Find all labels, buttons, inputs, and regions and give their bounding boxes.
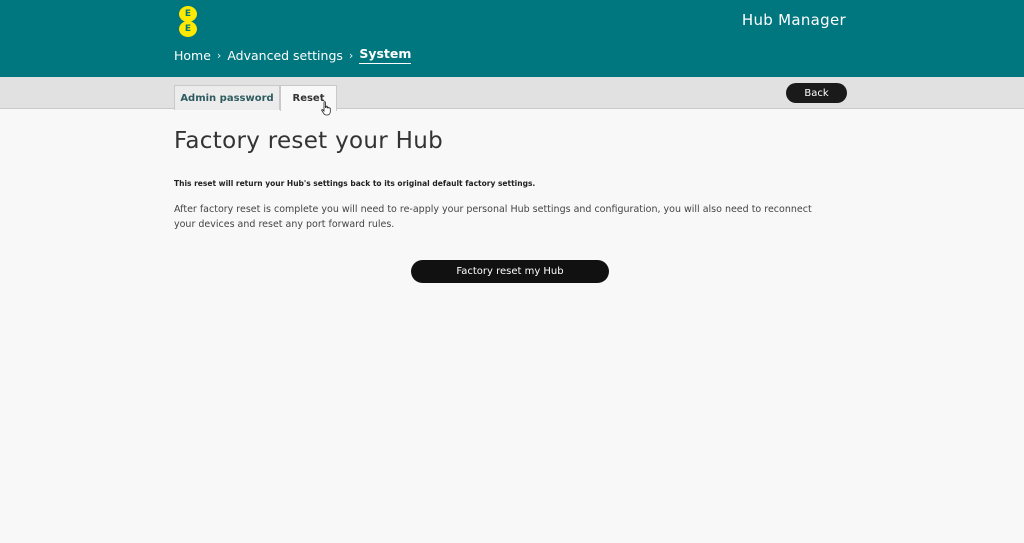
chevron-right-icon: › [348,48,354,62]
breadcrumb-current-system: System [359,46,412,64]
app-title: Hub Manager [741,11,846,29]
back-button[interactable]: Back [786,83,847,103]
reset-description: After factory reset is complete you will… [174,204,812,230]
breadcrumb-advanced-settings[interactable]: Advanced settings [227,48,343,63]
breadcrumb: Home › Advanced settings › System [174,46,412,64]
tab-admin-password[interactable]: Admin password [174,85,280,110]
factory-reset-button[interactable]: Factory reset my Hub [411,260,609,283]
reset-warning-lead: This reset will return your Hub's settin… [174,179,536,188]
logo-letter-bottom: E [179,21,197,37]
ee-logo[interactable]: E E [177,6,199,38]
tab-bar: Admin password Reset [0,77,1024,111]
chevron-right-icon: › [216,48,222,62]
hand-pointer-icon [321,101,331,116]
header-bar: E E Hub Manager Home › Advanced settings… [0,0,1024,77]
breadcrumb-home[interactable]: Home [174,48,211,63]
page-title: Factory reset your Hub [174,128,443,154]
logo-letter-top: E [179,6,197,22]
